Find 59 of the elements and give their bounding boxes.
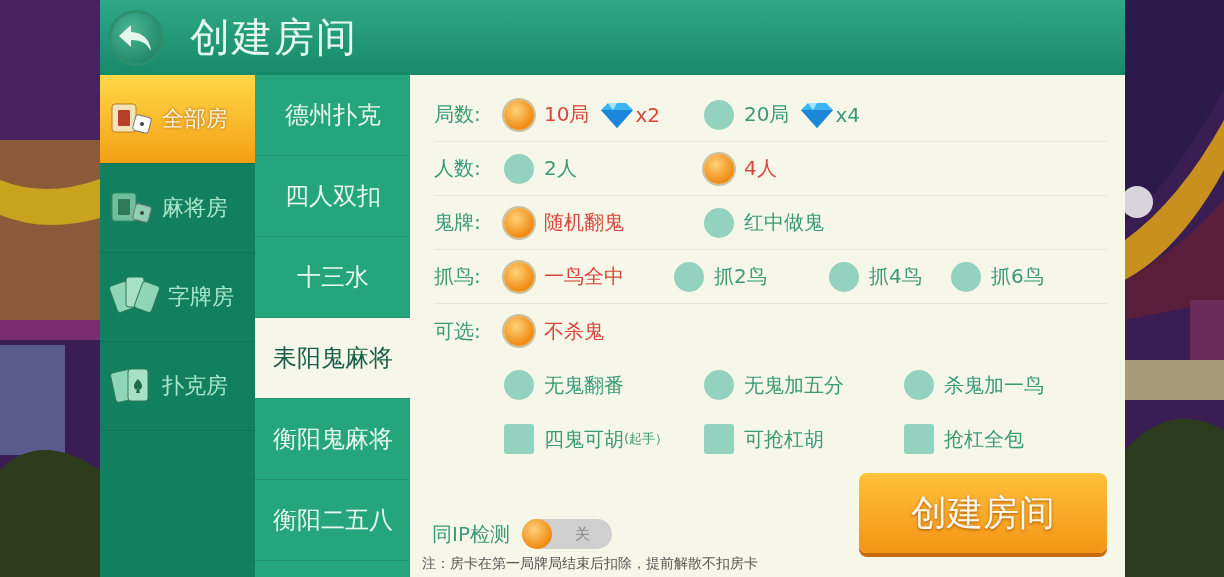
cost-text: x4: [835, 102, 860, 127]
checkbox[interactable]: [904, 424, 934, 454]
option-text: 不杀鬼: [544, 317, 604, 345]
option-label: 人数:: [434, 155, 482, 182]
toggle-switch[interactable]: 关: [521, 519, 612, 549]
option-text: 抓6鸟: [991, 263, 1044, 290]
radio-button[interactable]: [674, 261, 704, 292]
category-tab[interactable]: 全部房: [100, 75, 255, 164]
mahjong-tile-icon: [110, 191, 154, 225]
game-tab[interactable]: 衡阳鬼麻将: [255, 399, 410, 480]
option-text: 可抢杠胡: [744, 425, 824, 453]
radio-button[interactable]: [704, 207, 734, 238]
radio-button[interactable]: [504, 99, 534, 130]
radio-button[interactable]: [951, 261, 981, 292]
category-tab[interactable]: 扑克房: [100, 342, 255, 431]
game-tab[interactable]: 耒阳鬼麻将: [255, 318, 410, 399]
game-tab[interactable]: 德州扑克: [255, 75, 410, 156]
option-text: 四鬼可胡: [544, 425, 624, 453]
radio-button[interactable]: [504, 207, 534, 238]
checkbox[interactable]: [504, 424, 534, 454]
option-text: 红中做鬼: [744, 209, 824, 236]
category-tab[interactable]: 麻将房: [100, 164, 255, 253]
game-tab[interactable]: 衡阳二五八: [255, 480, 410, 561]
option-text: 抓2鸟: [714, 263, 767, 290]
option-text: 随机翻鬼: [544, 209, 624, 236]
option-text: 一鸟全中: [544, 263, 624, 290]
radio-button[interactable]: [904, 370, 934, 400]
option-label: 抓鸟:: [434, 263, 482, 290]
radio-button[interactable]: [504, 370, 534, 400]
option-text: 抓4鸟: [869, 263, 922, 290]
radio-button[interactable]: [704, 153, 734, 184]
option-label: 局数:: [434, 101, 482, 128]
option-label: 鬼牌:: [434, 209, 482, 236]
option-text: 抢杠全包: [944, 425, 1024, 453]
option-text: 4人: [744, 155, 777, 182]
mahjong-tile-icon: [110, 102, 154, 136]
radio-button[interactable]: [504, 153, 534, 184]
radio-button[interactable]: [504, 261, 534, 292]
note-text: 注：房卡在第一局牌局结束后扣除，提前解散不扣房卡: [421, 555, 758, 573]
option-note: (起手）: [624, 430, 669, 448]
option-text: 无鬼翻番: [544, 371, 624, 399]
option-text: 无鬼加五分: [744, 371, 844, 399]
radio-button[interactable]: [829, 261, 859, 292]
option-label: 可选:: [434, 317, 482, 345]
radio-button[interactable]: [704, 370, 734, 400]
diamond-icon: [599, 100, 636, 129]
cost-text: x2: [635, 102, 660, 127]
radio-button[interactable]: [504, 316, 534, 346]
option-text: 10局: [544, 101, 590, 128]
category-tab[interactable]: 字牌房: [100, 253, 255, 342]
checkbox[interactable]: [704, 424, 734, 454]
window-title: 创建房间: [190, 13, 358, 62]
option-text: 2人: [544, 155, 577, 182]
option-text: 20局: [744, 101, 790, 128]
option-text: 杀鬼加一鸟: [944, 371, 1044, 399]
radio-button[interactable]: [704, 99, 734, 130]
diamond-icon: [799, 100, 836, 129]
game-tab[interactable]: 四人双扣: [255, 156, 410, 237]
ip-check-label: 同IP检测: [432, 520, 510, 548]
